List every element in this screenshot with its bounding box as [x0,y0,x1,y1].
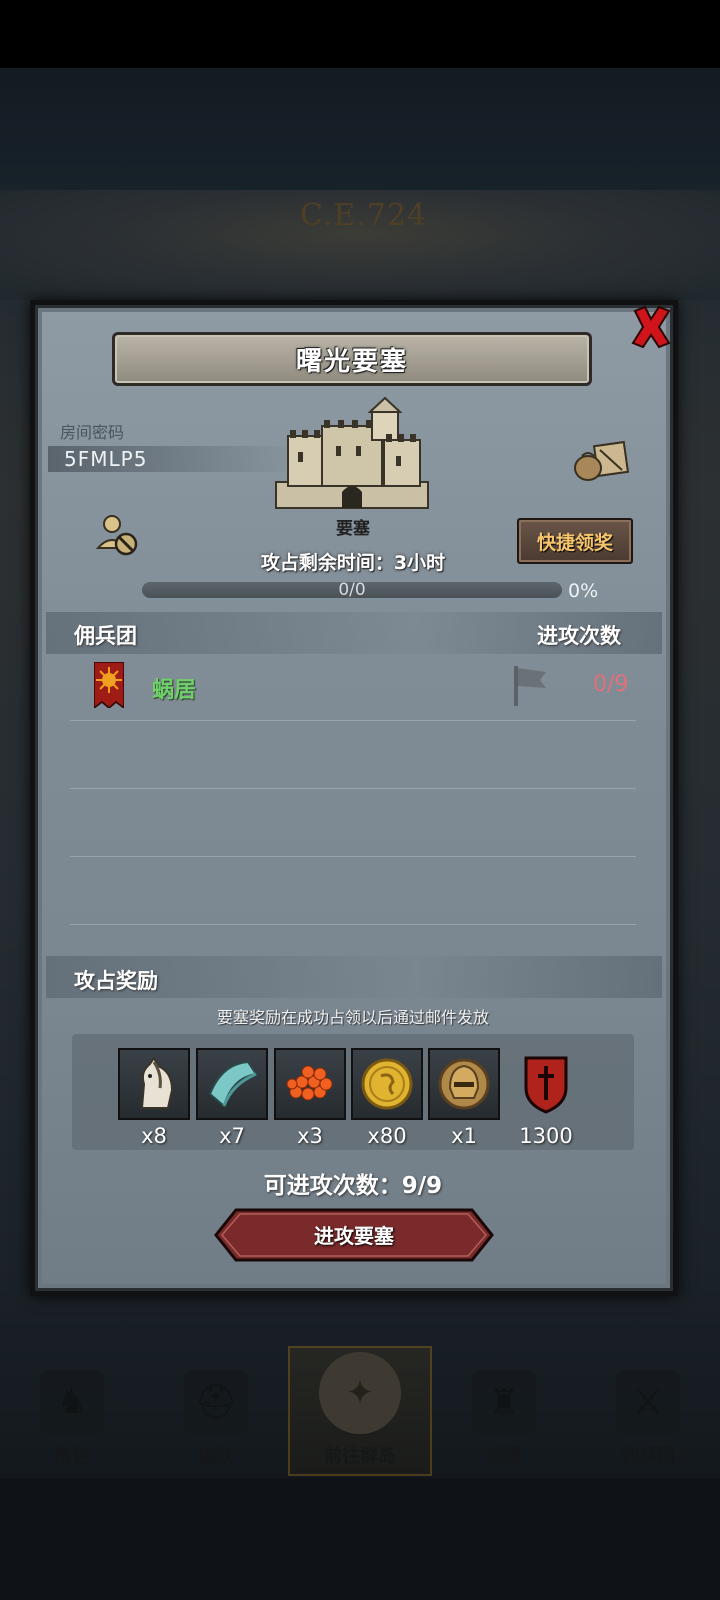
reward-item[interactable]: x80 [351,1048,423,1148]
reward-item[interactable]: x7 [196,1048,268,1148]
dialog-title: 曙光要塞 [295,346,408,377]
attacks-column-header: 进攻次数 [537,624,621,648]
dialog-title-banner: 曙光要塞 [112,332,592,386]
guild-name: 蜗居 [152,678,197,703]
flag-icon [514,666,546,706]
attack-fortress-button[interactable]: 进攻要塞 [214,1208,494,1262]
reward-item[interactable]: x8 [118,1048,190,1148]
fortress-castle-icon [275,396,429,509]
cloth-icon [208,1060,258,1108]
row-divider [70,856,636,857]
close-button[interactable] [628,302,674,352]
row-divider [70,788,636,789]
row-divider [70,924,636,925]
reward-qty: x1 [451,1124,477,1148]
guild-banner-icon [94,662,124,708]
capture-progress-text: 0/0 [338,580,366,600]
capture-progress-percent: 0% [568,580,599,602]
gold-coin-icon [361,1058,413,1110]
guild-column-header: 佣兵团 [74,624,137,648]
horse-icon [140,1056,174,1109]
quick-claim-button[interactable]: 快捷领奖 [517,518,633,564]
supplies-icon[interactable] [572,436,630,484]
no-user-icon[interactable] [94,510,142,558]
fortress-label: 要塞 [336,519,370,539]
reward-item[interactable]: x1 [428,1048,500,1148]
close-icon [631,305,671,349]
room-password-label: 房间密码 [60,423,125,442]
guild-badge-icon [524,1056,568,1114]
status-bar [0,0,720,68]
capture-timer: 攻占剩余时间：3小时 [260,552,446,574]
attack-fortress-label: 进攻要塞 [314,1224,394,1248]
row-divider [70,720,636,721]
reward-section-title: 攻占奖励 [74,969,158,993]
attacks-available: 可进攻次数：9/9 [263,1173,443,1199]
reward-item[interactable]: 1300 [510,1048,582,1148]
helmet-icon [438,1058,490,1110]
reward-note: 要塞奖励在成功占领以后通过邮件发放 [216,1008,489,1027]
roe-icon [286,1065,333,1101]
guild-attack-count: 0/9 [593,672,629,697]
reward-item[interactable]: x3 [274,1048,346,1148]
room-password-value[interactable]: 5FMLP5 [64,447,147,471]
bottom-shade [0,1478,720,1600]
quick-claim-label: 快捷领奖 [536,531,613,554]
reward-qty: 1300 [519,1124,573,1148]
